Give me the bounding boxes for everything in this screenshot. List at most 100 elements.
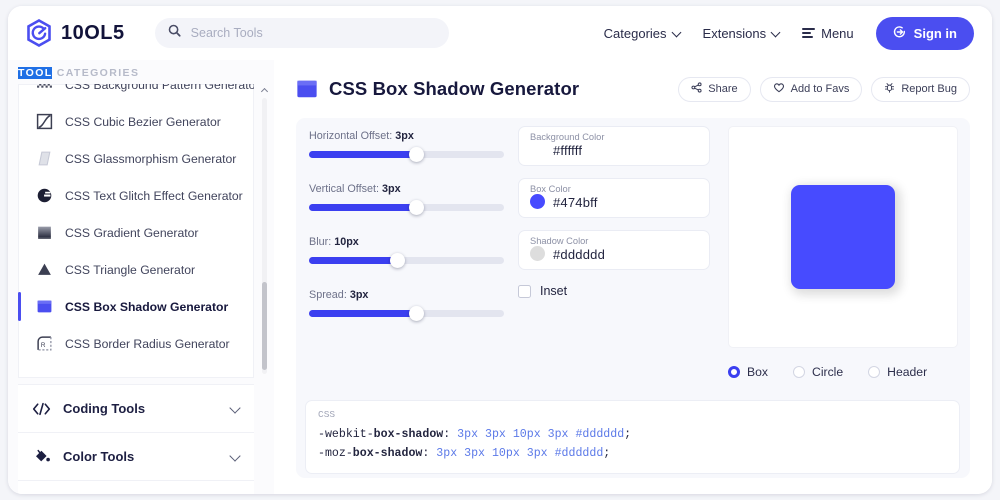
sidebar-group-coding-tools[interactable]: Coding Tools xyxy=(18,384,254,432)
chevron-down-icon xyxy=(772,29,780,37)
tool-list-scroll-area[interactable]: CSS Background Pattern Generator CSS Cub… xyxy=(18,84,254,378)
radio-box[interactable]: Box xyxy=(728,365,768,379)
code-caption: CSS xyxy=(318,409,947,420)
sidebar-item-css-box-shadow-generator[interactable]: CSS Box Shadow Generator xyxy=(18,288,254,325)
search-input[interactable] xyxy=(189,25,436,41)
slider-value: 10px xyxy=(334,236,359,248)
sidebar-item-css-background-pattern-generator[interactable]: CSS Background Pattern Generator xyxy=(18,84,254,103)
search-box[interactable] xyxy=(155,18,449,48)
box-color-field[interactable]: Box Color #474bff xyxy=(518,178,710,218)
sidebar-group-label: Color Tools xyxy=(63,449,134,464)
code-colon: : xyxy=(443,428,457,441)
box-color-value: #474bff xyxy=(553,195,598,210)
box-shadow-icon xyxy=(296,78,318,100)
share-label: Share xyxy=(708,83,737,95)
sidebar-group-partial[interactable] xyxy=(18,480,254,494)
slider-track[interactable] xyxy=(309,151,504,158)
background-color-field[interactable]: Background Color #ffffff xyxy=(518,126,710,166)
slider-label-text: Blur: xyxy=(309,236,334,248)
nav-categories-label: Categories xyxy=(604,26,667,41)
chevron-up-icon[interactable] xyxy=(261,86,268,95)
app-window: 10OL5 Categories Extensions Men xyxy=(8,6,992,494)
slider-spread: Spread: 3px xyxy=(309,289,504,317)
brand-logo[interactable]: 10OL5 xyxy=(26,19,125,47)
color-swatch[interactable] xyxy=(530,246,545,261)
inset-label: Inset xyxy=(540,284,567,298)
report-bug-label: Report Bug xyxy=(901,83,957,95)
sidebar-item-label: CSS Border Radius Generator xyxy=(65,337,230,351)
code-property: box-shadow xyxy=(374,428,444,441)
report-bug-button[interactable]: Report Bug xyxy=(871,77,970,102)
sidebar-item-css-glassmorphism-generator[interactable]: CSS Glassmorphism Generator xyxy=(18,140,254,177)
border-radius-icon: R xyxy=(36,335,53,352)
slider-value: 3px xyxy=(382,183,401,195)
nav-item-categories[interactable]: Categories xyxy=(604,26,681,41)
shadow-color-field[interactable]: Shadow Color #dddddd xyxy=(518,230,710,270)
background-color-value: #ffffff xyxy=(553,143,582,158)
sidebar-item-label: CSS Triangle Generator xyxy=(65,263,195,277)
box-shadow-icon xyxy=(36,298,53,315)
preview-area xyxy=(728,126,958,348)
sidebar-item-css-gradient-generator[interactable]: CSS Gradient Generator xyxy=(18,214,254,251)
slider-track[interactable] xyxy=(309,204,504,211)
sidebar-group-label: Coding Tools xyxy=(63,401,145,416)
slider-track[interactable] xyxy=(309,310,504,317)
sidebar-heading-selected: TOOL xyxy=(18,67,52,79)
radio-indicator xyxy=(868,366,880,378)
code-line: -webkit-box-shadow: 3px 3px 10px 3px #dd… xyxy=(318,425,947,444)
sidebar-group-color-tools[interactable]: Color Tools xyxy=(18,432,254,480)
slider-label-text: Vertical Offset: xyxy=(309,183,382,195)
code-colon: : xyxy=(422,447,436,460)
sidebar-item-css-border-radius-generator[interactable]: R CSS Border Radius Generator xyxy=(18,325,254,362)
radio-circle[interactable]: Circle xyxy=(793,365,843,379)
sign-in-label: Sign in xyxy=(914,26,957,41)
radio-header[interactable]: Header xyxy=(868,365,927,379)
sidebar-item-label: CSS Glassmorphism Generator xyxy=(65,152,236,166)
sidebar-item-css-text-glitch-effect-generator[interactable]: CSS Text Glitch Effect Generator xyxy=(18,177,254,214)
slider-track[interactable] xyxy=(309,257,504,264)
nav-item-menu[interactable]: Menu xyxy=(802,26,854,41)
slider-knob[interactable] xyxy=(409,306,424,321)
search-icon xyxy=(168,24,181,42)
glass-pane-icon xyxy=(36,150,53,167)
radio-indicator xyxy=(793,366,805,378)
sidebar: TOOL CATEGORIES xyxy=(8,60,275,494)
sidebar-item-label: CSS Background Pattern Generator xyxy=(65,84,254,92)
code-property: box-shadow xyxy=(353,447,423,460)
slider-label-text: Spread: xyxy=(309,289,350,301)
slider-horizontal-offset: Horizontal Offset: 3px xyxy=(309,130,504,158)
scrollbar-thumb[interactable] xyxy=(262,282,267,370)
sidebar-item-css-triangle-generator[interactable]: CSS Triangle Generator xyxy=(18,251,254,288)
radio-indicator xyxy=(728,366,740,378)
nav-item-extensions[interactable]: Extensions xyxy=(703,26,781,41)
inset-checkbox-row[interactable]: Inset xyxy=(518,284,710,298)
chevron-down-icon xyxy=(231,404,240,413)
color-swatch[interactable] xyxy=(530,142,545,157)
code-values: 3px 3px 10px 3px #dddddd xyxy=(457,428,624,441)
css-output-block[interactable]: CSS -webkit-box-shadow: 3px 3px 10px 3px… xyxy=(305,400,960,474)
sign-in-button[interactable]: Sign in xyxy=(876,17,974,50)
nav-menu-label: Menu xyxy=(821,26,854,41)
slider-knob[interactable] xyxy=(409,200,424,215)
slider-knob[interactable] xyxy=(390,253,405,268)
sidebar-scrollbar[interactable] xyxy=(261,86,268,374)
hexagon-logo-icon xyxy=(26,19,52,47)
slider-fill xyxy=(309,310,416,317)
svg-text:R: R xyxy=(41,342,46,349)
sidebar-item-label: CSS Box Shadow Generator xyxy=(65,300,228,314)
shape-radio-group: Box Circle Header xyxy=(728,365,956,379)
slider-controls: Horizontal Offset: 3px Vertical Offset: … xyxy=(309,130,504,342)
nav-extensions-label: Extensions xyxy=(703,26,767,41)
sidebar-item-css-cubic-bezier-generator[interactable]: CSS Cubic Bezier Generator xyxy=(18,103,254,140)
dots-icon xyxy=(32,483,51,494)
inset-checkbox[interactable] xyxy=(518,285,531,298)
shadow-color-value: #dddddd xyxy=(553,247,605,262)
sidebar-item-label: CSS Cubic Bezier Generator xyxy=(65,115,221,129)
slider-value: 3px xyxy=(395,130,414,142)
page-actions: Share Add to Favs xyxy=(678,77,970,102)
slider-label: Spread: 3px xyxy=(309,289,504,301)
slider-knob[interactable] xyxy=(409,147,424,162)
share-button[interactable]: Share xyxy=(678,77,750,102)
add-to-favs-button[interactable]: Add to Favs xyxy=(760,77,863,102)
color-swatch[interactable] xyxy=(530,194,545,209)
